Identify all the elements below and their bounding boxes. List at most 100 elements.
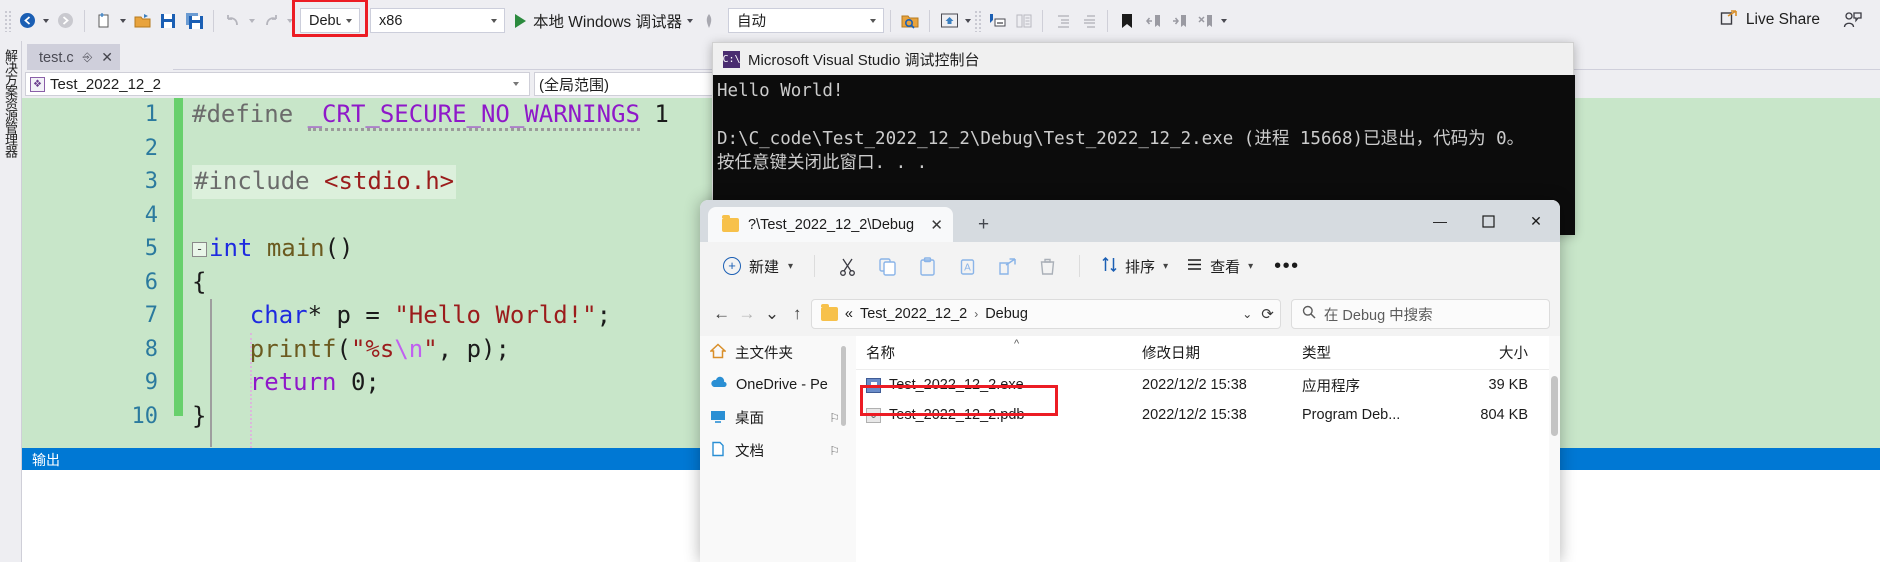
breadcrumb-crumb-1[interactable]: Test_2022_12_2 (860, 306, 967, 322)
forward-arrow-icon[interactable]: → (735, 300, 758, 328)
undo-icon[interactable] (220, 8, 246, 34)
solution-platform-combo[interactable]: x86 (370, 8, 505, 33)
redo-dropdown[interactable] (284, 8, 296, 34)
chevron-down-icon[interactable] (486, 19, 502, 23)
redo-icon[interactable] (258, 8, 284, 34)
decrease-indent-icon[interactable] (1075, 8, 1101, 34)
sort-button[interactable]: 排序 ▾ (1092, 251, 1177, 282)
live-share-button[interactable]: Live Share (1720, 9, 1820, 31)
minimize-icon[interactable]: — (1416, 200, 1464, 242)
live-share-label: Live Share (1745, 11, 1820, 28)
breadcrumb-crumb-2[interactable]: Debug (985, 306, 1028, 322)
maximize-icon[interactable] (1464, 200, 1512, 242)
nav-item-home[interactable]: 主文件夹 (700, 336, 848, 369)
pin-icon[interactable]: ⚐ (829, 444, 840, 458)
cell-name[interactable]: Test_2022_12_2.exe (856, 377, 1132, 393)
file-list[interactable]: ^ 名称 修改日期 类型 大小 Test_2022_12_2.exe 2022/12/2… (856, 336, 1560, 562)
bookmark-icon[interactable] (1114, 8, 1140, 34)
code-token: 0; (336, 368, 380, 396)
start-debugging-dropdown[interactable] (684, 8, 696, 34)
file-list-scrollbar[interactable] (1549, 336, 1560, 562)
refresh-icon[interactable]: ⟳ (1261, 305, 1274, 323)
copy-icon[interactable] (867, 250, 907, 282)
chevron-down-icon[interactable] (507, 82, 525, 86)
column-header-0[interactable]: 名称 (856, 342, 1132, 363)
uncomment-icon[interactable] (1010, 8, 1036, 34)
view-button[interactable]: 查看 ▾ (1177, 251, 1262, 282)
undo-dropdown[interactable] (246, 8, 258, 34)
address-bar[interactable]: « Test_2022_12_2 › Debug ⌄ ⟳ (810, 299, 1281, 329)
share-icon[interactable] (987, 250, 1027, 282)
window-layout-dropdown[interactable] (962, 8, 974, 34)
column-header-2[interactable]: 类型 (1292, 342, 1444, 363)
file-explorer-window[interactable]: ?\Test_2022_12_2\Debug ✕ + — ✕ + 新建 ▾ A … (700, 200, 1560, 562)
save-all-icon[interactable] (181, 8, 207, 34)
cut-icon[interactable] (827, 250, 867, 282)
solution-explorer-dock[interactable]: 解决方案资源管理器 (0, 41, 22, 562)
chevron-down-icon[interactable] (341, 19, 357, 23)
trash-icon[interactable] (1027, 250, 1067, 282)
next-bookmark-icon[interactable] (1166, 8, 1192, 34)
explorer-tab-debug[interactable]: ?\Test_2022_12_2\Debug ✕ (708, 207, 953, 242)
bookmark-overflow-dropdown[interactable] (1218, 8, 1230, 34)
code-token: #include (194, 167, 325, 195)
clear-bookmarks-icon[interactable] (1192, 8, 1218, 34)
previous-bookmark-icon[interactable] (1140, 8, 1166, 34)
chevron-down-icon[interactable] (865, 19, 881, 23)
up-arrow-icon[interactable]: ↑ (786, 300, 809, 328)
new-item-icon[interactable] (91, 8, 117, 34)
hot-reload-icon[interactable] (696, 8, 722, 34)
new-tab-plus-icon[interactable]: + (978, 214, 989, 236)
close-icon[interactable]: ✕ (101, 49, 113, 66)
close-icon[interactable]: ✕ (930, 216, 943, 234)
pin-icon[interactable]: ⚐ (829, 411, 840, 425)
collapse-region-icon[interactable]: - (192, 242, 207, 257)
search-box[interactable]: 在 Debug 中搜索 (1290, 299, 1550, 329)
explorer-navigation-pane[interactable]: 主文件夹 OneDrive - Pe 桌面 ⚐ 文档 ⚐ (700, 336, 848, 562)
toolbar-grip[interactable] (4, 9, 12, 32)
nav-item-documents[interactable]: 文档 ⚐ (700, 434, 848, 467)
window-close-icon[interactable]: ✕ (1512, 200, 1560, 242)
send-feedback-icon[interactable] (1843, 11, 1862, 34)
navigate-back-icon[interactable] (14, 8, 40, 34)
navigate-forward-icon[interactable] (52, 8, 78, 34)
new-item-dropdown[interactable] (117, 8, 129, 34)
window-layout-icon[interactable] (936, 8, 962, 34)
explorer-title-bar[interactable]: ?\Test_2022_12_2\Debug ✕ + — ✕ (700, 200, 1560, 242)
tab-test-c[interactable]: test.c ⎆ ✕ (27, 44, 120, 70)
new-button[interactable]: + 新建 ▾ (714, 251, 802, 282)
solution-configuration-combo[interactable]: Debug (300, 8, 360, 33)
find-in-files-icon[interactable] (897, 8, 923, 34)
pin-icon[interactable]: ⎆ (83, 50, 93, 65)
nav-item-desktop[interactable]: 桌面 ⚐ (700, 401, 848, 434)
console-title-bar[interactable]: C:\ Microsoft Visual Studio 调试控制台 (713, 43, 1573, 75)
console-app-icon: C:\ (722, 50, 741, 68)
paste-icon[interactable] (907, 250, 947, 282)
start-debugging-button[interactable]: 本地 Windows 调试器 (513, 8, 684, 34)
debug-target-combo[interactable]: 自动 (728, 8, 884, 33)
navbar-type-combo[interactable]: ❖ Test_2022_12_2 (25, 72, 530, 96)
toolbar-grip-2[interactable] (974, 9, 982, 32)
column-header-1[interactable]: 修改日期 (1132, 342, 1292, 363)
column-header-3[interactable]: 大小 (1444, 342, 1544, 363)
increase-indent-icon[interactable] (1049, 8, 1075, 34)
navigate-back-dropdown[interactable] (40, 8, 52, 34)
back-arrow-icon[interactable]: ← (710, 300, 733, 328)
table-row[interactable]: ⚙ Test_2022_12_2.pdb 2022/12/2 15:38 Progra… (856, 400, 1560, 430)
nav-item-onedrive[interactable]: OneDrive - Pe (700, 369, 848, 401)
output-pane-tab-label[interactable]: 输出 (32, 450, 60, 470)
cell-name[interactable]: ⚙ Test_2022_12_2.pdb (856, 407, 1132, 423)
chevron-down-icon[interactable]: ▾ (788, 261, 793, 272)
save-icon[interactable] (155, 8, 181, 34)
chevron-down-icon[interactable]: ⌄ (1242, 307, 1252, 321)
rename-icon[interactable]: A (947, 250, 987, 282)
nav-pane-scrollbar[interactable] (841, 346, 846, 426)
chevron-down-icon[interactable]: ▾ (1163, 261, 1168, 272)
chevron-down-icon[interactable]: ▾ (1248, 261, 1253, 272)
table-row[interactable]: Test_2022_12_2.exe 2022/12/2 15:38 应用程序 39 … (856, 370, 1560, 400)
scrollbar-thumb[interactable] (1551, 376, 1558, 436)
open-file-icon[interactable] (129, 8, 155, 34)
comment-icon[interactable] (984, 8, 1010, 34)
more-options-icon[interactable]: ••• (1262, 255, 1312, 278)
recent-dropdown-icon[interactable]: ⌄ (760, 300, 783, 328)
